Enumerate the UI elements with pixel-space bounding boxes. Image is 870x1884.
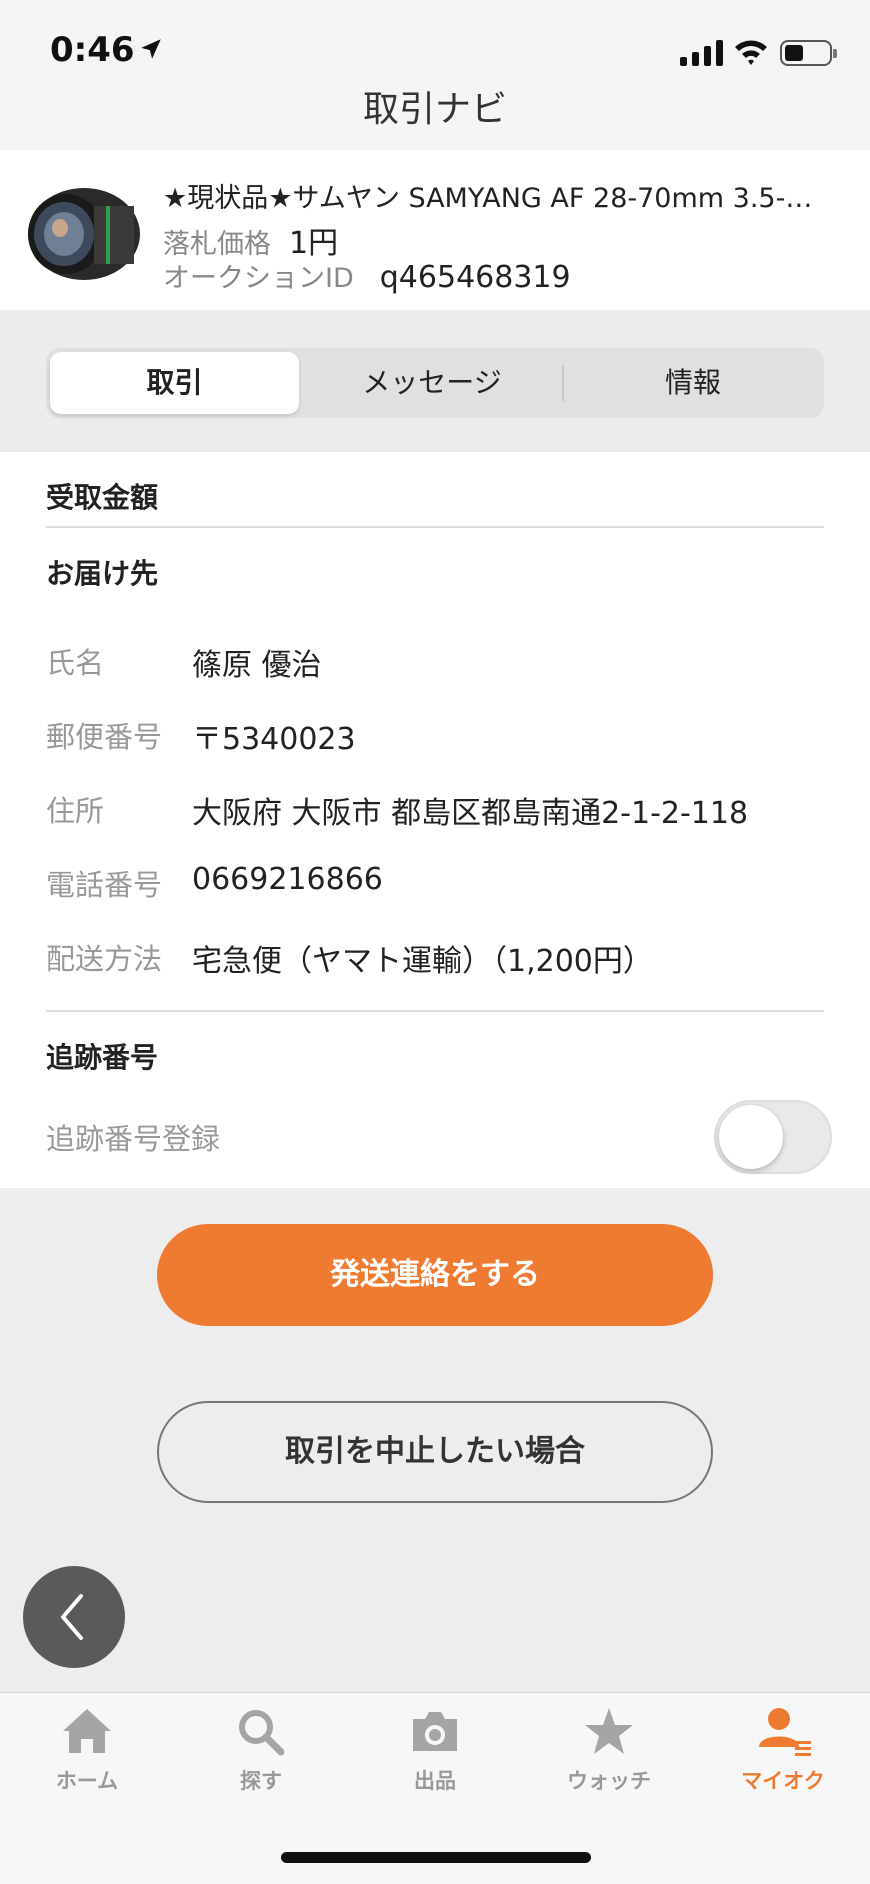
divider xyxy=(46,1010,824,1012)
battery-icon xyxy=(780,40,837,66)
phone-value: 0669216866 xyxy=(192,862,383,897)
segment-divider xyxy=(562,365,564,401)
home-indicator xyxy=(281,1852,591,1863)
divider xyxy=(46,526,824,528)
address-label: 住所 xyxy=(46,794,105,828)
tracking-number-toggle[interactable] xyxy=(714,1100,832,1174)
phone-label: 電話番号 xyxy=(46,868,163,902)
tracking-register-label: 追跡番号登録 xyxy=(46,1122,221,1156)
tab-my-auction[interactable]: マイオク xyxy=(713,1705,853,1795)
postal-code-label: 郵便番号 xyxy=(46,720,163,754)
shipping-notice-button[interactable]: 発送連絡をする xyxy=(157,1224,713,1326)
auction-id-row: オークションID q465468319 xyxy=(163,256,571,295)
tab-sell[interactable]: 出品 xyxy=(365,1705,505,1795)
page-title: 取引ナビ xyxy=(362,89,507,130)
address-value: 大阪府 大阪市 都島区都島南通2-1-2-118 xyxy=(192,796,749,831)
tab-label: ホーム xyxy=(55,1769,119,1793)
home-icon xyxy=(63,1709,111,1753)
tab-watch[interactable]: ウォッチ xyxy=(539,1705,679,1795)
name-label: 氏名 xyxy=(46,646,105,680)
auction-id-label: オークションID xyxy=(163,263,354,294)
tab-label: 探す xyxy=(240,1769,282,1793)
segmented-control: 取引 メッセージ 情報 xyxy=(46,348,824,418)
auction-id-value: q465468319 xyxy=(379,260,571,295)
back-button[interactable] xyxy=(23,1566,125,1668)
tab-message[interactable]: メッセージ xyxy=(303,352,561,414)
received-amount-heading: 受取金額 xyxy=(46,481,159,514)
location-arrow-icon xyxy=(141,39,161,59)
tab-info[interactable]: 情報 xyxy=(566,352,820,414)
cancel-trade-button[interactable]: 取引を中止したい場合 xyxy=(157,1401,713,1503)
trade-content: 受取金額 お届け先 氏名 篠原 優治 郵便番号 〒5340023 住所 大阪府 … xyxy=(0,452,870,1188)
status-time: 0:46 xyxy=(50,30,135,70)
my-auction-icon xyxy=(759,1708,811,1756)
tab-label: 出品 xyxy=(414,1769,456,1793)
name-value: 篠原 優治 xyxy=(192,648,322,683)
wifi-icon xyxy=(735,40,767,65)
segment-area: 取引 メッセージ 情報 xyxy=(0,310,870,452)
star-icon xyxy=(585,1708,633,1754)
tab-trade[interactable]: 取引 xyxy=(50,352,299,414)
tab-home[interactable]: ホーム xyxy=(17,1705,157,1795)
tab-label: マイオク xyxy=(741,1769,825,1793)
delivery-heading: お届け先 xyxy=(46,557,159,590)
postal-code-value: 〒5340023 xyxy=(192,722,356,757)
tab-search[interactable]: 探す xyxy=(191,1705,331,1795)
shipping-method-value: 宅急便（ヤマト運輸）（1,200円） xyxy=(192,944,653,979)
item-summary[interactable]: ★現状品★サムヤン SAMYANG AF 28-70mm 3.5-… 落札価格 1… xyxy=(0,150,870,310)
toggle-knob xyxy=(719,1105,783,1169)
item-title: ★現状品★サムヤン SAMYANG AF 28-70mm 3.5-… xyxy=(163,183,813,214)
search-icon xyxy=(239,1710,285,1756)
tab-label: ウォッチ xyxy=(567,1769,651,1793)
shipping-method-label: 配送方法 xyxy=(46,942,163,976)
cellular-signal-icon xyxy=(680,40,723,66)
item-thumbnail xyxy=(28,188,140,280)
tracking-heading: 追跡番号 xyxy=(46,1041,159,1074)
chevron-left-icon xyxy=(61,1594,83,1640)
top-bar: 0:46 取引ナビ xyxy=(0,0,870,150)
camera-icon xyxy=(413,1712,457,1751)
